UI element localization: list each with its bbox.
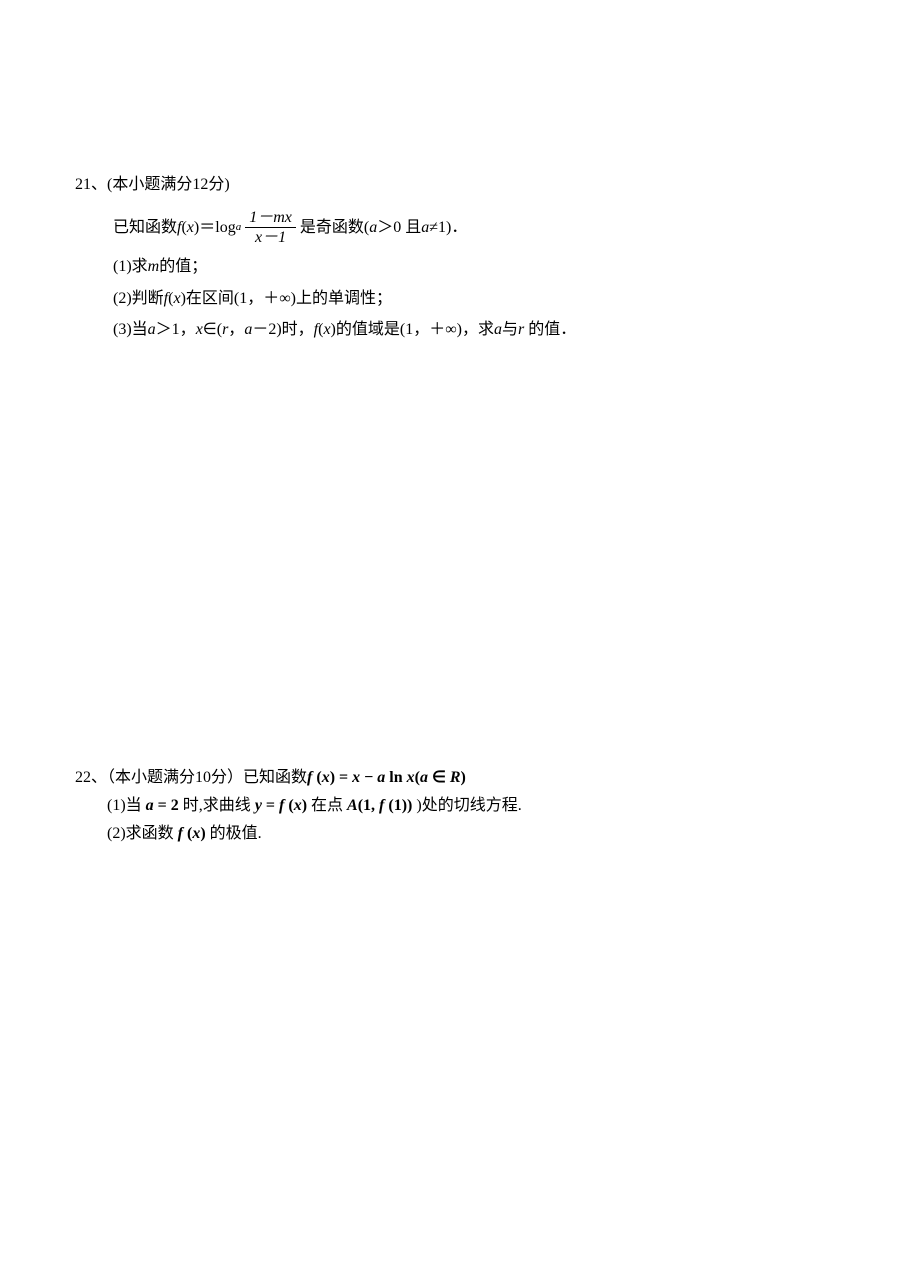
math-a2: a = 2 xyxy=(146,797,179,814)
frac-den: x－1 xyxy=(251,228,290,247)
problem-21-part-2: (2)判断f(x)在区间(1，＋∞)上的单调性； xyxy=(113,285,845,312)
problem-21-part-3: (3)当a＞1，x∈(r，a－2)时，f(x)的值域是(1，＋∞)，求a与r 的… xyxy=(113,316,845,343)
problem-22-part-1: (1)当 a = 2 时,求曲线 y = f (x) 在点 A(1, f (1)… xyxy=(75,791,845,815)
stem-suffix: 是奇函数( xyxy=(300,214,369,241)
cond-t1: ＞0 且 xyxy=(377,214,421,241)
frac-num: 1－mx xyxy=(245,208,296,227)
problem-22: 22、（本小题满分10分） 已知函数 f (x) = x − a ln x(a … xyxy=(75,763,845,843)
problem-22-number: 22、（本小题满分10分） xyxy=(75,763,243,787)
log-label: log xyxy=(215,214,235,241)
problem-21-body: 已知函数 f ( x )＝ log a 1－mx x－1 是奇函数( a ＞0 … xyxy=(75,208,845,343)
cond-a2: a xyxy=(421,214,429,241)
log-sub: a xyxy=(236,218,242,237)
math-A1f1: A(1, f (1)) xyxy=(347,797,412,814)
stem-prefix: 已知函数 xyxy=(113,214,177,241)
problem-22-header: 22、（本小题满分10分） 已知函数 f (x) = x − a ln x(a … xyxy=(75,763,845,787)
fraction: 1－mx x－1 xyxy=(245,208,296,247)
cond-a1: a xyxy=(369,214,377,241)
problem-21-part-1: (1)求m的值； xyxy=(113,253,845,280)
cond-t2: ≠1)． xyxy=(429,214,467,241)
problem-22-stem-math: f (x) = x − a ln x(a ∈ R) xyxy=(307,767,466,787)
math-fx: f (x) xyxy=(178,825,206,842)
problem-22-part-2: (2)求函数 f (x) 的极值. xyxy=(75,819,845,843)
problem-21-stem: 已知函数 f ( x )＝ log a 1－mx x－1 是奇函数( a ＞0 … xyxy=(113,208,845,247)
problem-21-header: 21、(本小题满分12分) xyxy=(75,170,845,194)
math-yfx: y = f (x) xyxy=(255,797,307,814)
problem-21: 21、(本小题满分12分) 已知函数 f ( x )＝ log a 1－mx x… xyxy=(75,170,845,343)
problem-22-stem-prefix: 已知函数 xyxy=(243,763,307,787)
